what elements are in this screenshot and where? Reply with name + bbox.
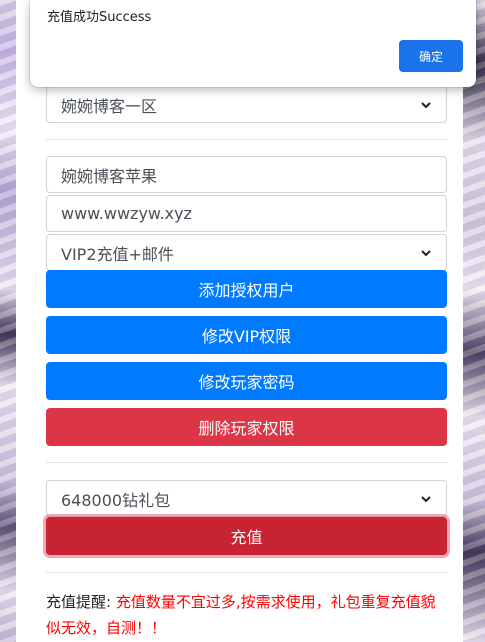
player-name-input[interactable]: 婉婉博客苹果 [46, 156, 447, 193]
package-select[interactable]: 648000钻礼包 [46, 480, 447, 517]
player-password-input[interactable]: www.wwzyw.xyz [46, 195, 447, 232]
divider [46, 572, 447, 573]
dialog-ok-button[interactable]: 确定 [399, 40, 463, 72]
package-select-value: 648000钻礼包 [61, 490, 171, 510]
recharge-notice: 充值提醒: 充值数量不宜过多,按需求使用，礼包重复充值貌似无效，自测！！ [46, 589, 447, 641]
chevron-down-icon [420, 99, 432, 111]
chevron-down-icon [420, 493, 432, 505]
delete-permission-button[interactable]: 删除玩家权限 [46, 408, 447, 446]
modify-password-button[interactable]: 修改玩家密码 [46, 362, 447, 400]
modify-vip-button[interactable]: 修改VIP权限 [46, 316, 447, 354]
add-auth-user-button[interactable]: 添加授权用户 [46, 270, 447, 308]
recharge-button[interactable]: 充值 [46, 517, 447, 555]
server-select-value: 婉婉博客一区 [61, 96, 158, 116]
divider [46, 139, 447, 140]
notice-label: 充值提醒: [46, 593, 112, 611]
player-name-value: 婉婉博客苹果 [61, 166, 158, 186]
vip-select-value: VIP2充值+邮件 [61, 244, 174, 264]
dialog-message: 充值成功Success [47, 10, 152, 25]
divider [46, 462, 447, 463]
player-password-value: www.wwzyw.xyz [61, 204, 192, 223]
server-select[interactable]: 婉婉博客一区 [46, 86, 447, 123]
chevron-down-icon [420, 247, 432, 259]
vip-select[interactable]: VIP2充值+邮件 [46, 234, 447, 271]
alert-dialog: 充值成功Success 确定 [30, 0, 476, 87]
